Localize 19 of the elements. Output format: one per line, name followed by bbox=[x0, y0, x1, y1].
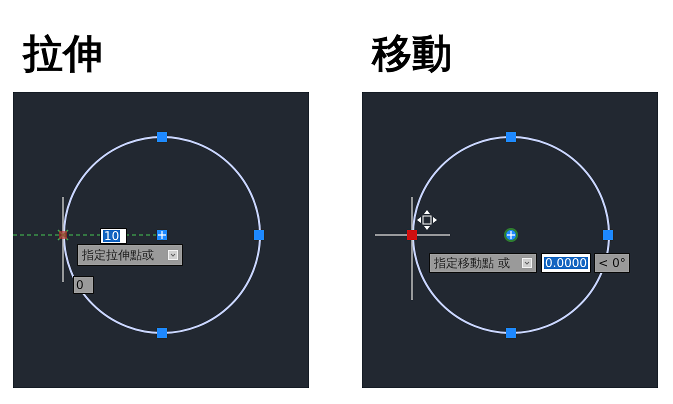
prompt-text: 指定移動點 或 bbox=[434, 255, 510, 272]
prompt-text: 指定拉伸點或 bbox=[82, 247, 154, 264]
grip-icon[interactable] bbox=[506, 328, 516, 338]
grip-icon[interactable] bbox=[603, 230, 613, 240]
input-field[interactable]: 10 bbox=[100, 228, 127, 244]
move-cursor-icon bbox=[417, 210, 437, 230]
grip-icon[interactable] bbox=[157, 132, 167, 142]
center-grip-icon bbox=[504, 228, 518, 242]
dropdown-icon[interactable] bbox=[168, 250, 178, 260]
grip-icon[interactable] bbox=[254, 230, 264, 240]
dropdown-icon[interactable] bbox=[522, 258, 532, 268]
input-field[interactable]: < 0° bbox=[594, 253, 630, 273]
grip-icon[interactable] bbox=[157, 328, 167, 338]
section-title: 拉伸 bbox=[21, 30, 104, 74]
section-title: 移動 bbox=[370, 30, 453, 74]
input-field[interactable]: 0.0000 bbox=[541, 253, 591, 273]
grip-icon[interactable] bbox=[157, 230, 167, 240]
grip-icon[interactable] bbox=[506, 132, 516, 142]
input-field[interactable]: 0 bbox=[73, 276, 94, 294]
